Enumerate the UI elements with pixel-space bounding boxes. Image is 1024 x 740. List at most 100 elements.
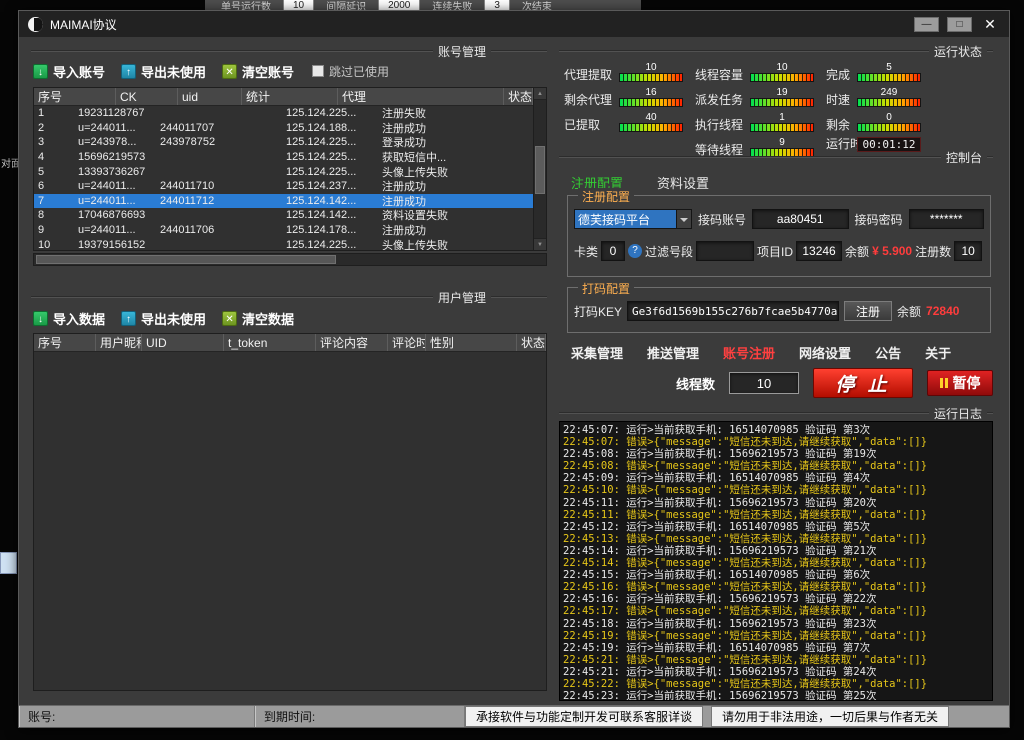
log-line: 22:45:22: 错误>{"message":"短信还未到达,请继续获取","…: [563, 678, 989, 690]
account-toolbar: ↓ 导入账号 ↑ 导出未使用 ✕ 清空账号 跳过已使用: [33, 60, 389, 82]
sms-password-field[interactable]: *******: [909, 209, 984, 229]
cell-ck: u=244011...: [74, 195, 156, 207]
title-bar[interactable]: MAIMAI协议 — □ ✕: [19, 11, 1009, 37]
status-bar: 账号: 到期时间: 承接软件与功能定制开发可联系客服详谈 请勿用于非法用途，一切…: [19, 705, 1009, 727]
cell-index: 6: [34, 180, 74, 192]
skip-used-checkbox[interactable]: 跳过已使用: [312, 63, 389, 80]
account-row[interactable]: 8 17046876693 125.124.142... 资料设置失败: [34, 208, 533, 223]
gauge-label: 时速: [826, 93, 852, 107]
register-count-field[interactable]: 10: [954, 241, 982, 261]
log-line: 22:45:23: 运行>当前获取手机: 15696219573 验证码 第25…: [563, 690, 989, 701]
column-header[interactable]: 评论内容: [316, 334, 388, 351]
gauge-value: 0: [886, 112, 892, 123]
sms-balance-value: ¥ 5.900: [872, 244, 912, 258]
run-log[interactable]: 22:45:07: 运行>当前获取手机: 16514070985 验证码 第3次…: [559, 421, 993, 701]
account-row[interactable]: 6 u=244011... 244011710 125.124.237... 注…: [34, 179, 533, 194]
clear-accounts-button[interactable]: ✕ 清空账号: [222, 62, 294, 81]
account-row[interactable]: 1 19231128767 125.124.225... 注册失败: [34, 106, 533, 121]
vertical-scrollbar[interactable]: ▲ ▼: [533, 88, 546, 250]
minimize-icon[interactable]: —: [914, 17, 939, 32]
import-data-button[interactable]: ↓ 导入数据: [33, 309, 105, 328]
sms-account-field[interactable]: aa80451: [752, 209, 848, 229]
module-tab[interactable]: 采集管理: [571, 343, 623, 362]
scroll-up-icon[interactable]: ▲: [534, 88, 546, 100]
chevron-down-icon[interactable]: [676, 210, 691, 228]
clear-data-button[interactable]: ✕ 清空数据: [222, 309, 294, 328]
window-title: MAIMAI协议: [50, 16, 117, 33]
captcha-config-group: 打码配置 打码KEY Ge3f6d1569b155c276b7fcae5b477…: [567, 287, 991, 333]
gauge-bar: [857, 98, 921, 107]
captcha-register-button[interactable]: 注册: [844, 301, 892, 321]
log-line: 22:45:11: 错误>{"message":"短信还未到达,请继续获取","…: [563, 509, 989, 521]
column-header[interactable]: 性别: [426, 334, 517, 351]
user-toolbar: ↓ 导入数据 ↑ 导出未使用 ✕ 清空数据: [33, 307, 294, 329]
scroll-down-icon[interactable]: ▼: [534, 238, 546, 250]
column-header[interactable]: 状态: [517, 334, 546, 351]
config-tab[interactable]: 资料设置: [657, 173, 709, 192]
column-header[interactable]: 代理: [338, 88, 504, 105]
scrollbar-thumb[interactable]: [535, 146, 545, 194]
account-row[interactable]: 3 u=243978... 243978752 125.124.225... 登…: [34, 135, 533, 150]
import-accounts-button[interactable]: ↓ 导入账号: [33, 62, 105, 81]
log-line: 22:45:08: 运行>当前获取手机: 15696219573 验证码 第19…: [563, 448, 989, 460]
export-unused-accounts-button[interactable]: ↑ 导出未使用: [121, 62, 206, 81]
filter-prefix-field[interactable]: [696, 241, 754, 261]
maximize-icon[interactable]: □: [947, 17, 972, 32]
column-header[interactable]: 统计: [242, 88, 338, 105]
column-header[interactable]: uid: [178, 88, 242, 105]
account-row[interactable]: 4 15696219573 125.124.225... 获取短信中...: [34, 150, 533, 165]
account-row[interactable]: 10 19379156152 125.124.225... 头像上传失败: [34, 237, 533, 250]
module-tab[interactable]: 公告: [875, 343, 901, 362]
export-icon: ↑: [121, 64, 136, 79]
module-tab[interactable]: 账号注册: [723, 343, 775, 362]
project-id-field[interactable]: 13246: [796, 241, 842, 261]
cell-status: 注册成功: [378, 178, 533, 194]
horizontal-scrollbar[interactable]: [33, 253, 547, 266]
account-row[interactable]: 9 u=244011... 244011706 125.124.178... 注…: [34, 223, 533, 238]
statusbar-legal-notice: 请勿用于非法用途，一切后果与作者无关: [711, 706, 949, 727]
statusbar-dev-notice: 承接软件与功能定制开发可联系客服详谈: [465, 706, 703, 727]
column-header[interactable]: 序号: [34, 334, 96, 351]
group-title: 打码配置: [578, 280, 634, 297]
sms-balance-label: 余额: [845, 243, 869, 260]
module-tab[interactable]: 网络设置: [799, 343, 851, 362]
export-unused-data-button[interactable]: ↑ 导出未使用: [121, 309, 206, 328]
cell-proxy: 125.124.142...: [282, 209, 378, 221]
column-header[interactable]: 用户昵称: [96, 334, 142, 351]
column-header[interactable]: CK: [116, 88, 178, 105]
cell-ck: 15696219573: [74, 151, 156, 163]
account-row[interactable]: 7 u=244011... 244011712 125.124.142... 注…: [34, 194, 533, 209]
thread-count-field[interactable]: 10: [729, 372, 799, 394]
window-body: 账号管理 ↓ 导入账号 ↑ 导出未使用 ✕ 清空账号 跳过已使用: [19, 37, 1009, 705]
help-icon[interactable]: ?: [628, 244, 642, 258]
module-tab[interactable]: 关于: [925, 343, 951, 362]
column-header[interactable]: 序号: [34, 88, 116, 105]
close-icon[interactable]: ✕: [980, 17, 1000, 32]
card-type-field[interactable]: 0: [601, 241, 625, 261]
cell-index: 1: [34, 107, 74, 119]
gauge-value: 16: [645, 87, 656, 98]
account-row[interactable]: 2 u=244011... 244011707 125.124.188... 注…: [34, 121, 533, 136]
column-header[interactable]: 评论时间: [388, 334, 426, 351]
column-header[interactable]: UID: [142, 334, 224, 351]
sms-platform-select[interactable]: 德芙接码平台: [574, 209, 692, 229]
log-line: 22:45:08: 错误>{"message":"短信还未到达,请继续获取","…: [563, 460, 989, 472]
cell-ck: 13393736267: [74, 166, 156, 178]
account-row[interactable]: 5 13393736267 125.124.225... 头像上传失败: [34, 164, 533, 179]
column-header[interactable]: 状态: [504, 88, 533, 105]
pause-icon: [940, 378, 948, 388]
captcha-key-field[interactable]: Ge3f6d1569b155c276b7fcae5b4770a: [627, 301, 839, 321]
gauge-bar: [619, 123, 683, 132]
console-section-header: 控制台: [559, 151, 993, 163]
gauge: 派发任务 19: [695, 84, 814, 107]
log-line: 22:45:14: 运行>当前获取手机: 15696219573 验证码 第21…: [563, 545, 989, 557]
runtime-label: 运行时间: [826, 137, 852, 151]
group-title: 注册配置: [578, 188, 634, 205]
scrollbar-thumb[interactable]: [36, 255, 336, 264]
stop-button[interactable]: 停 止: [813, 368, 913, 398]
account-section-label: 账号管理: [433, 43, 491, 60]
background-fragment-text: 间隔延识: [326, 0, 366, 10]
module-tab[interactable]: 推送管理: [647, 343, 699, 362]
pause-button[interactable]: 暂停: [927, 370, 993, 396]
column-header[interactable]: t_token: [224, 334, 316, 351]
